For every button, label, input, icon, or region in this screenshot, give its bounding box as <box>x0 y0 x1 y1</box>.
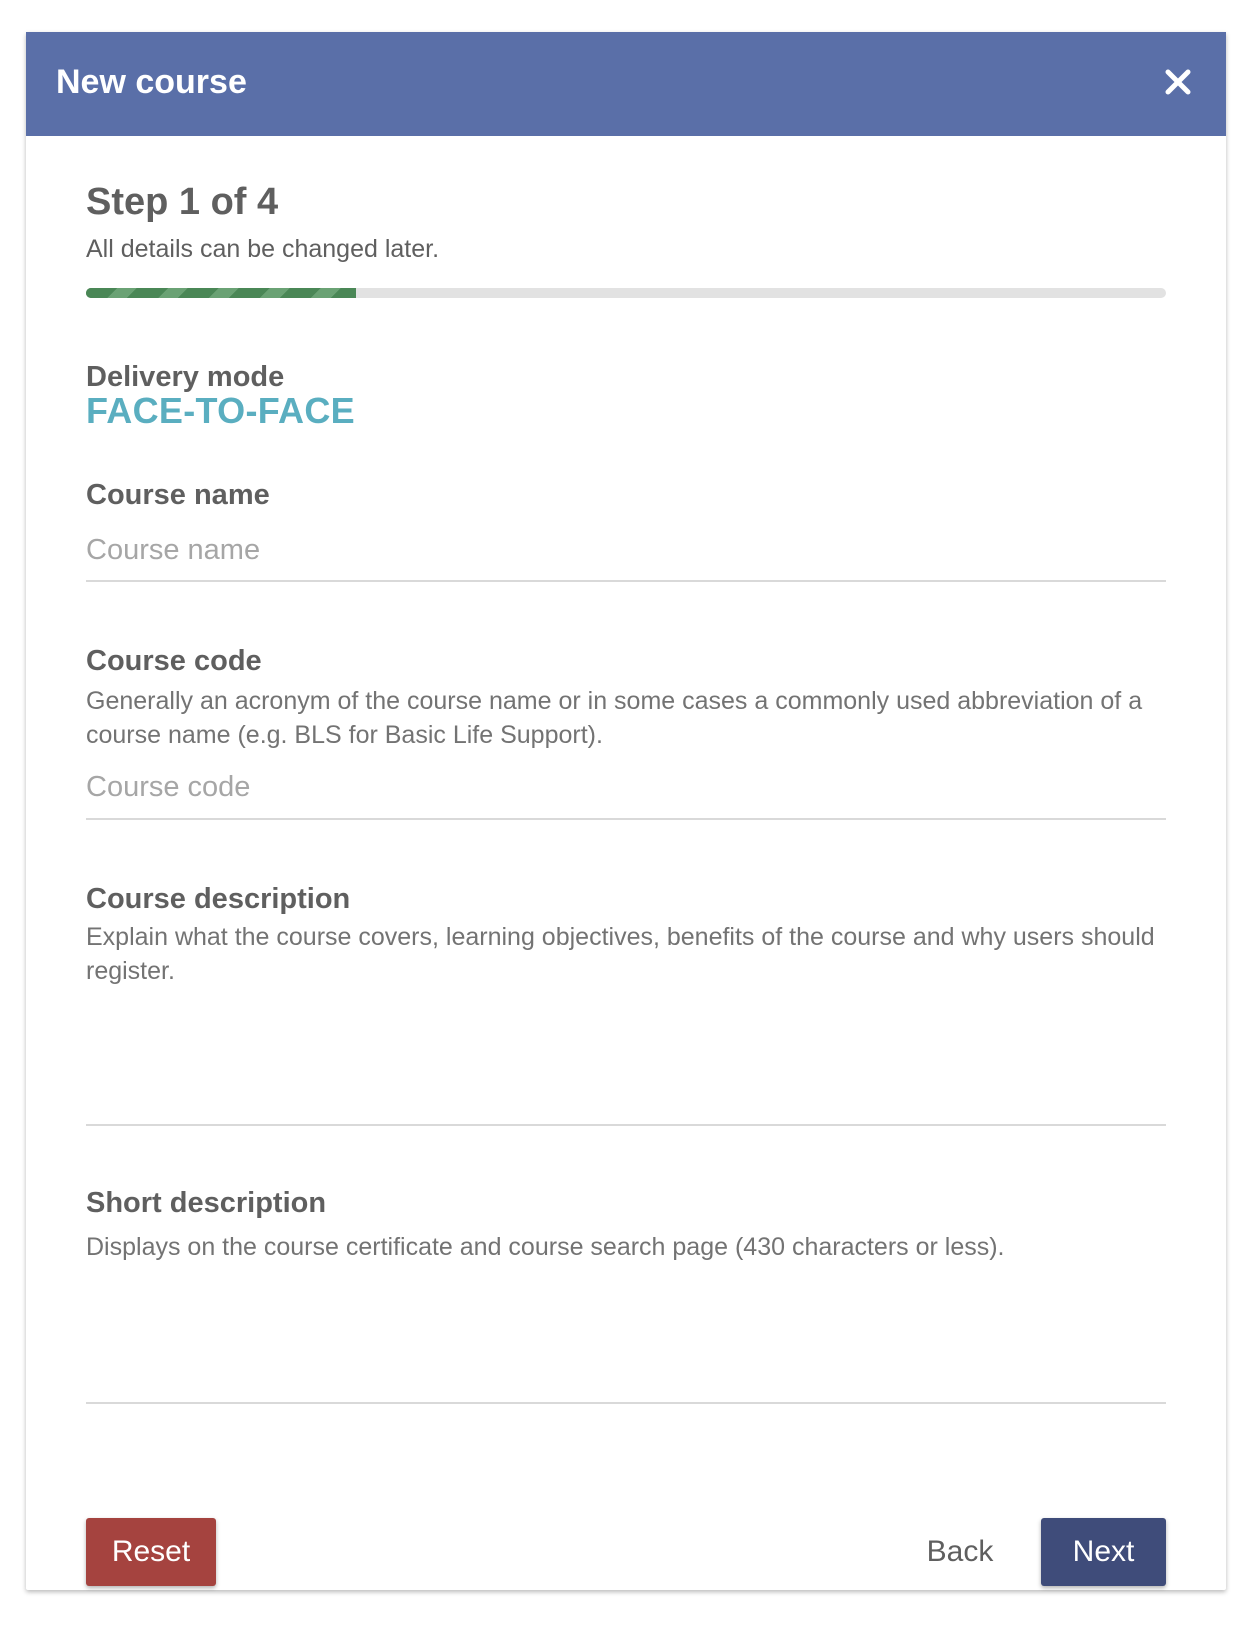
step-progress-bar <box>86 288 1166 298</box>
step-progress-fill <box>86 288 356 298</box>
step-subtitle: All details can be changed later. <box>86 235 440 263</box>
course-description-label: Course description <box>86 883 351 915</box>
close-icon <box>1165 69 1191 95</box>
course-code-label: Course code <box>86 645 262 677</box>
back-button[interactable]: Back <box>906 1518 1014 1586</box>
short-description-textarea[interactable] <box>86 1270 1166 1404</box>
course-description-help: Explain what the course covers, learning… <box>86 923 1155 985</box>
new-course-dialog: New course Step 1 of 4 All details can b… <box>26 32 1226 1590</box>
delivery-mode-value: FACE-TO-FACE <box>86 390 355 431</box>
course-code-help: Generally an acronym of the course name … <box>86 687 1143 749</box>
reset-button[interactable]: Reset <box>86 1518 216 1586</box>
next-button[interactable]: Next <box>1041 1518 1166 1586</box>
step-title: Step 1 of 4 <box>86 181 279 223</box>
course-code-input[interactable] <box>86 756 1166 820</box>
course-name-input[interactable] <box>86 520 1166 582</box>
short-description-help: Displays on the course certificate and c… <box>86 1233 1005 1261</box>
short-description-label: Short description <box>86 1187 327 1219</box>
close-button[interactable] <box>1158 62 1198 102</box>
course-description-textarea[interactable] <box>86 992 1166 1126</box>
dialog-title: New course <box>56 63 247 101</box>
dialog-header: New course <box>26 32 1226 136</box>
course-name-label: Course name <box>86 479 270 511</box>
